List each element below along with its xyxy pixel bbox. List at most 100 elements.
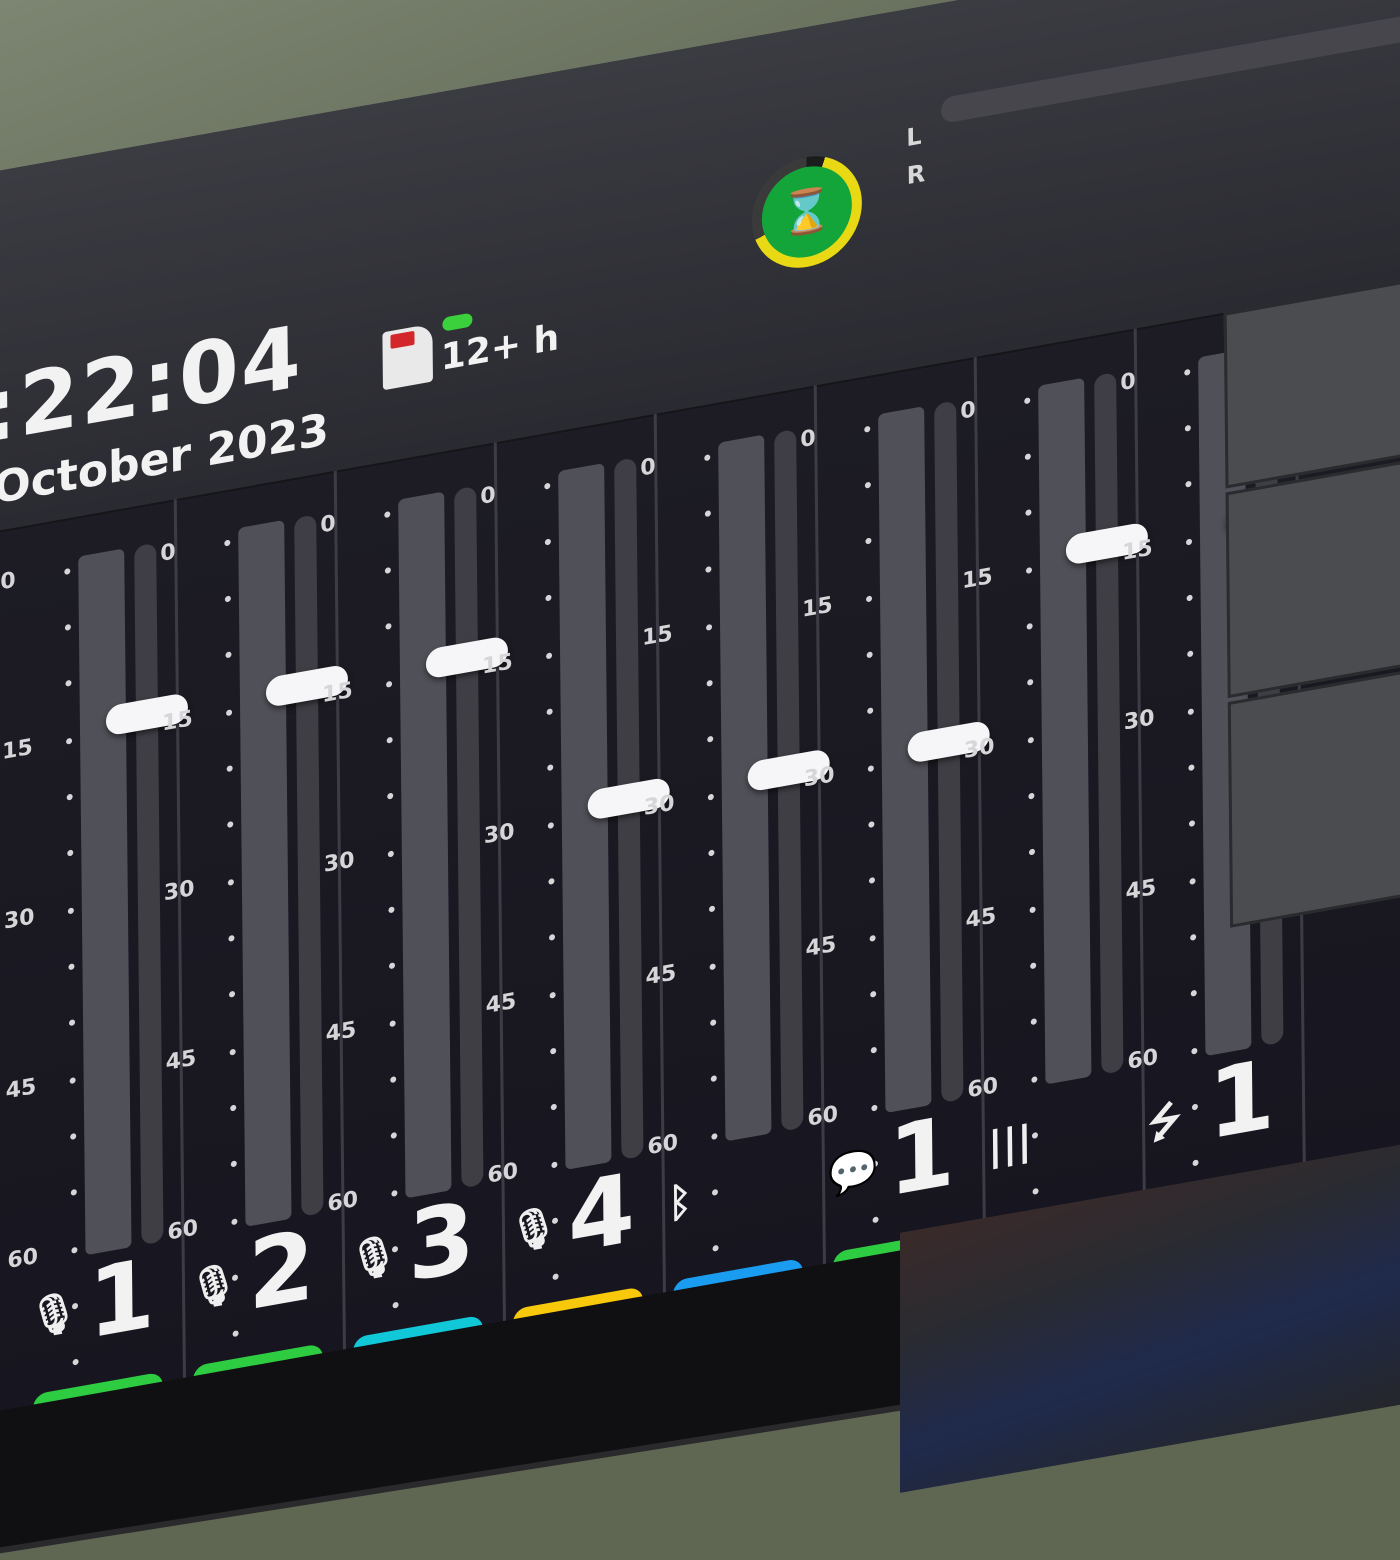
channel-number: 2 — [247, 1208, 316, 1333]
db-scale-tick — [69, 1019, 76, 1027]
db-scale-tick — [384, 511, 391, 519]
channel-number: 1 — [887, 1094, 956, 1219]
db-scale-tick — [68, 963, 75, 971]
db-scale-label: 45 — [805, 931, 837, 963]
db-scale-tick — [70, 1188, 77, 1196]
db-scale-tick — [1192, 1159, 1199, 1167]
db-scale-tick — [1185, 480, 1192, 488]
sd-card-icon — [382, 323, 433, 391]
db-scale-tick — [385, 622, 392, 630]
record-button[interactable]: ⌛ — [751, 147, 863, 277]
db-scale-tick — [712, 1244, 719, 1252]
db-scale-tick — [1025, 509, 1032, 517]
db-scale-tick — [387, 792, 394, 800]
db-scale-tick — [711, 1132, 718, 1140]
usb-icon: ⭍ — [1147, 1096, 1182, 1149]
db-scale-label: 45 — [645, 960, 677, 991]
db-scale-label: 60 — [967, 1073, 999, 1104]
db-scale-tick — [709, 963, 716, 971]
db-scale-tick — [547, 764, 554, 772]
db-scale-tick — [865, 537, 872, 545]
db-scale-tick — [229, 990, 236, 998]
db-scale-tick — [386, 680, 393, 688]
db-scale-tick — [870, 990, 877, 998]
db-scale-tick — [388, 906, 395, 914]
db-scale-tick — [707, 735, 714, 743]
db-scale-label: 0 — [320, 510, 336, 539]
db-scale-tick — [227, 821, 234, 829]
db-scale-tick — [65, 679, 72, 687]
db-scale-tick — [704, 454, 711, 462]
db-scale-tick — [229, 1048, 236, 1056]
db-scale-tick — [384, 566, 391, 575]
db-scale-tick — [706, 623, 713, 631]
db-scale-tick — [67, 907, 74, 915]
right-channel-label: R — [906, 158, 926, 191]
db-scale-tick — [1024, 397, 1031, 405]
db-scale-tick — [866, 595, 873, 603]
db-scale-tick — [389, 1020, 396, 1028]
db-scale-label: 45 — [165, 1045, 197, 1077]
db-scale-label: 60 — [807, 1101, 839, 1132]
db-scale-tick — [545, 594, 552, 602]
db-scale-tick — [546, 652, 553, 660]
db-scale-tick — [704, 510, 711, 518]
db-scale-tick — [1028, 792, 1035, 800]
hourglass-icon: ⌛ — [761, 159, 853, 265]
db-scale-tick — [1026, 622, 1033, 630]
db-scale-tick — [871, 1104, 878, 1112]
db-scale-tick — [231, 1218, 238, 1226]
db-scale-tick — [392, 1301, 399, 1309]
db-scale-tick — [864, 425, 871, 433]
chat-usb-icon: 💬 — [827, 1145, 879, 1201]
channel-number: 3 — [407, 1180, 476, 1304]
db-scale-tick — [548, 877, 555, 885]
db-scale-tick — [1026, 566, 1033, 575]
storage-status-pill — [442, 312, 473, 332]
db-scale-tick — [1027, 678, 1034, 686]
storage-indicator: 12+ h — [382, 289, 573, 403]
db-scale-label: 0 — [160, 539, 176, 567]
db-scale-tick — [1184, 368, 1191, 376]
level-meter — [398, 491, 452, 1199]
db-scale-label: 15 — [641, 620, 673, 652]
db-scale-tick — [1189, 877, 1196, 885]
db-scale-tick — [391, 1189, 398, 1197]
sound-pad-3[interactable] — [1227, 665, 1400, 928]
db-scale-tick — [551, 1161, 558, 1169]
db-scale-tick — [226, 709, 233, 717]
db-scale-label: 45 — [5, 1074, 37, 1105]
sound-pad-1[interactable] — [1223, 276, 1400, 489]
db-scale-tick — [67, 849, 74, 857]
db-scale-label: 15 — [161, 706, 193, 737]
db-scale-tick — [867, 707, 874, 715]
db-scale-tick — [544, 538, 551, 546]
db-scale-tick — [1184, 424, 1191, 432]
db-scale-label: 15 — [1, 734, 33, 766]
db-scale-tick — [550, 1103, 557, 1111]
db-scale-tick — [1031, 1131, 1039, 1139]
db-scale-tick — [1190, 933, 1197, 941]
channel-number: 1 — [1207, 1037, 1276, 1162]
db-scale-tick — [66, 737, 73, 745]
db-scale-tick — [708, 849, 715, 857]
level-meter — [238, 519, 292, 1227]
db-scale-label: 30 — [963, 733, 995, 765]
db-scale-tick — [867, 765, 874, 773]
output-level-meter — [940, 9, 1400, 125]
left-channel-label: L — [906, 121, 922, 153]
db-scale-tick — [1190, 989, 1197, 997]
db-scale-tick — [864, 481, 871, 489]
db-scale-label: 30 — [1123, 705, 1155, 736]
db-scale-tick — [868, 876, 876, 884]
db-scale-tick — [1186, 538, 1193, 546]
sound-pad-2[interactable] — [1225, 455, 1400, 699]
db-scale-label: 15 — [1121, 535, 1153, 566]
db-scale-label: 15 — [481, 649, 513, 680]
db-scale-tick — [1188, 820, 1196, 828]
db-scale-tick — [1031, 1076, 1038, 1084]
db-scale-tick — [70, 1132, 77, 1140]
db-scale-tick — [386, 736, 393, 744]
db-scale-tick — [1030, 962, 1037, 970]
db-scale-tick — [1191, 1103, 1198, 1111]
